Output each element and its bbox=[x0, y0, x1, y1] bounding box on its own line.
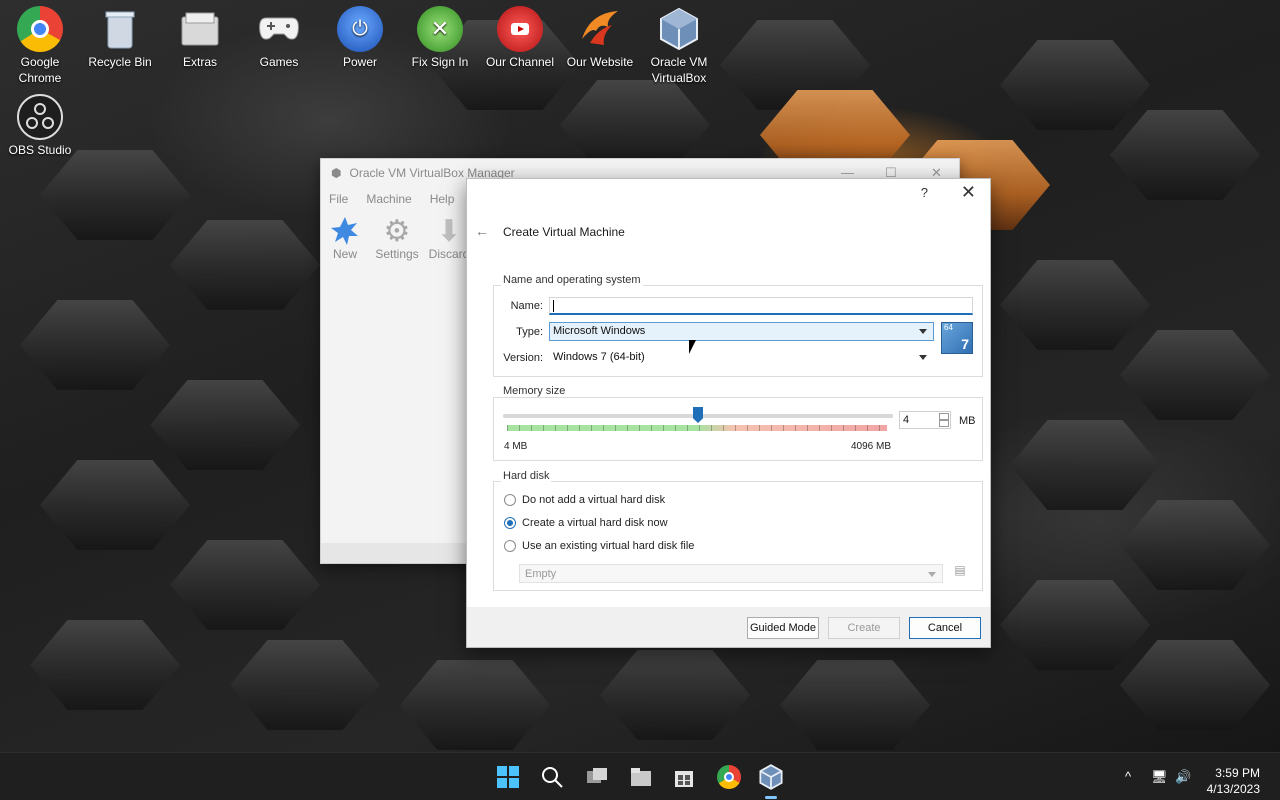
dialog-title: Create Virtual Machine bbox=[503, 225, 625, 239]
desktop-icon-extras[interactable]: Extras bbox=[161, 0, 239, 70]
dialog-body: ? ✕ ← Create Virtual Machine Name and op… bbox=[467, 179, 990, 607]
settings-button[interactable]: ⚙ Settings bbox=[375, 214, 419, 262]
virtualbox-icon: ⬢ bbox=[331, 166, 342, 180]
menu-machine[interactable]: Machine bbox=[366, 192, 411, 206]
version-select[interactable]: Windows 7 (64-bit) bbox=[549, 348, 934, 367]
volume-icon[interactable]: 🔊 bbox=[1175, 769, 1191, 785]
chrome-icon bbox=[17, 6, 63, 52]
desktop-icon-fix-sign-in[interactable]: ✕ Fix Sign In bbox=[401, 0, 479, 70]
spin-down-icon[interactable] bbox=[939, 420, 949, 427]
hard-disk-group-title: Hard disk bbox=[501, 470, 552, 482]
name-input[interactable] bbox=[549, 297, 973, 315]
cancel-button[interactable]: Cancel bbox=[909, 617, 981, 639]
clock-date: 4/13/2023 bbox=[1206, 782, 1260, 796]
desktop-icon-chrome[interactable]: Google Chrome bbox=[1, 0, 79, 86]
new-icon bbox=[323, 215, 367, 247]
new-button[interactable]: New bbox=[323, 215, 367, 261]
chevron-down-icon bbox=[928, 572, 936, 577]
store-icon[interactable] bbox=[670, 763, 698, 791]
folder-browse-icon[interactable]: ▤ bbox=[949, 563, 971, 583]
clock-time: 3:59 PM bbox=[1215, 766, 1260, 780]
arrow-down-icon: ⬇ bbox=[436, 214, 462, 248]
start-icon[interactable] bbox=[494, 763, 522, 791]
memory-max-label: 4096 MB bbox=[851, 441, 892, 452]
taskbar: ^ 🖥 🔊 3:59 PM 4/13/2023 bbox=[0, 752, 1280, 800]
radio-create-disk-label[interactable]: Create a virtual hard disk now bbox=[522, 517, 668, 529]
folder-icon bbox=[177, 6, 223, 52]
desktop-icon-recycle-bin[interactable]: Recycle Bin bbox=[81, 0, 159, 70]
radio-no-disk[interactable] bbox=[504, 494, 516, 506]
type-label: Type: bbox=[516, 326, 543, 338]
desktop-icon-power[interactable]: ⏻ Power bbox=[321, 0, 399, 70]
gear-icon: ⚙ bbox=[383, 214, 411, 248]
file-explorer-icon[interactable] bbox=[627, 763, 655, 791]
desktop-icon-our-website[interactable]: Our Website bbox=[561, 0, 639, 70]
type-select[interactable]: Microsoft Windows bbox=[549, 322, 934, 341]
chrome-icon[interactable] bbox=[715, 763, 743, 791]
version-label: Version: bbox=[503, 352, 543, 364]
tray-chevron-up-icon[interactable]: ^ bbox=[1125, 769, 1131, 784]
xbox-icon: ✕ bbox=[417, 6, 463, 52]
obs-icon bbox=[17, 94, 63, 140]
desktop-icon-our-channel[interactable]: Our Channel bbox=[481, 0, 559, 70]
memory-slider-scale bbox=[507, 425, 887, 431]
menu-help[interactable]: Help bbox=[430, 192, 455, 206]
mouse-cursor-icon bbox=[689, 340, 696, 354]
gamepad-icon bbox=[256, 6, 302, 52]
desktop-icon-virtualbox[interactable]: Oracle VM VirtualBox bbox=[640, 0, 718, 86]
discard-button[interactable]: ⬇ Discard bbox=[427, 214, 471, 262]
clock[interactable]: 3:59 PM 4/13/2023 bbox=[1207, 765, 1260, 797]
power-icon: ⏻ bbox=[337, 6, 383, 52]
spin-up-icon[interactable] bbox=[939, 413, 949, 420]
recycle-bin-icon bbox=[97, 6, 143, 52]
guided-mode-button[interactable]: Guided Mode bbox=[747, 617, 819, 639]
desktop-icon-games[interactable]: Games bbox=[240, 0, 318, 70]
memory-unit-label: MB bbox=[959, 415, 976, 427]
virtualbox-icon bbox=[656, 6, 702, 52]
network-icon[interactable]: 🖥 bbox=[1151, 769, 1168, 785]
search-icon[interactable] bbox=[538, 763, 566, 791]
radio-no-disk-label[interactable]: Do not add a virtual hard disk bbox=[522, 494, 665, 506]
desktop-icon-obs-studio[interactable]: OBS Studio bbox=[1, 88, 79, 158]
youtube-icon bbox=[497, 6, 543, 52]
task-view-icon[interactable] bbox=[583, 763, 611, 791]
memory-group-title: Memory size bbox=[501, 385, 568, 397]
menu-file[interactable]: File bbox=[329, 192, 348, 206]
radio-create-disk[interactable] bbox=[504, 517, 516, 529]
close-icon[interactable]: ✕ bbox=[961, 182, 976, 203]
create-button[interactable]: Create bbox=[828, 617, 900, 639]
help-icon[interactable]: ? bbox=[921, 185, 928, 200]
chevron-down-icon bbox=[919, 355, 927, 360]
existing-disk-select[interactable]: Empty bbox=[519, 564, 943, 583]
windows-7-os-icon: 64 7 bbox=[941, 322, 973, 354]
name-label: Name: bbox=[510, 300, 543, 312]
name-os-group-title: Name and operating system bbox=[501, 274, 643, 286]
back-arrow-icon[interactable]: ← bbox=[475, 223, 489, 239]
phoenix-icon bbox=[577, 6, 623, 52]
radio-existing-disk[interactable] bbox=[504, 540, 516, 552]
radio-existing-disk-label[interactable]: Use an existing virtual hard disk file bbox=[522, 540, 694, 552]
chevron-down-icon bbox=[919, 329, 927, 334]
virtualbox-icon[interactable] bbox=[757, 763, 785, 799]
memory-min-label: 4 MB bbox=[504, 441, 528, 452]
text-caret bbox=[553, 300, 554, 312]
create-vm-dialog[interactable]: ? ✕ ← Create Virtual Machine Name and op… bbox=[466, 178, 991, 648]
memory-spinbox[interactable]: 4 bbox=[899, 411, 951, 429]
